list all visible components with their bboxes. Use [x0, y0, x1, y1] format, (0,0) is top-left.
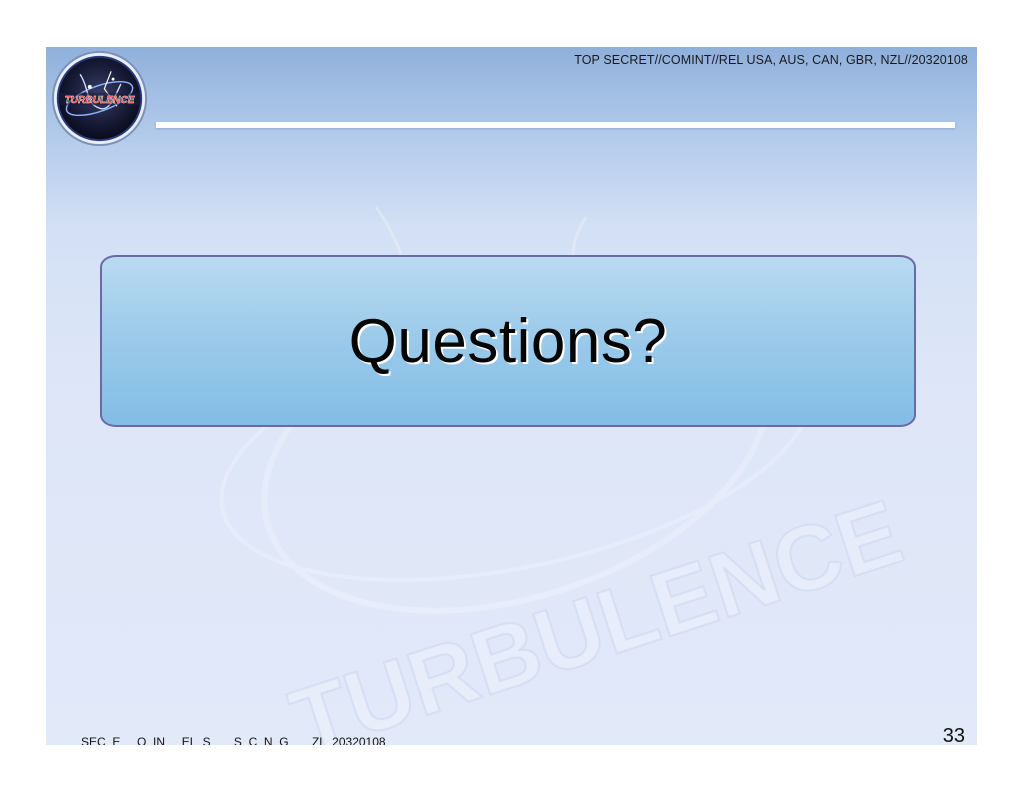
logo-text: TURBULENCE: [64, 95, 135, 106]
slide: TURBULENCE TOP SECRET//COMINT//REL USA, …: [46, 47, 977, 745]
footer-classification: SEC E O IN EL S S C N G ZL 20320108: [81, 735, 386, 745]
watermark-text: TURBULENCE: [279, 481, 913, 745]
header-rule: [156, 122, 955, 128]
slide-heading: Questions?: [348, 306, 668, 376]
questions-box: Questions?: [100, 255, 916, 427]
page-number: 33: [942, 725, 965, 745]
classification-banner: TOP SECRET//COMINT//REL USA, AUS, CAN, G…: [574, 53, 968, 67]
turbulence-logo-icon: TURBULENCE: [51, 50, 148, 147]
